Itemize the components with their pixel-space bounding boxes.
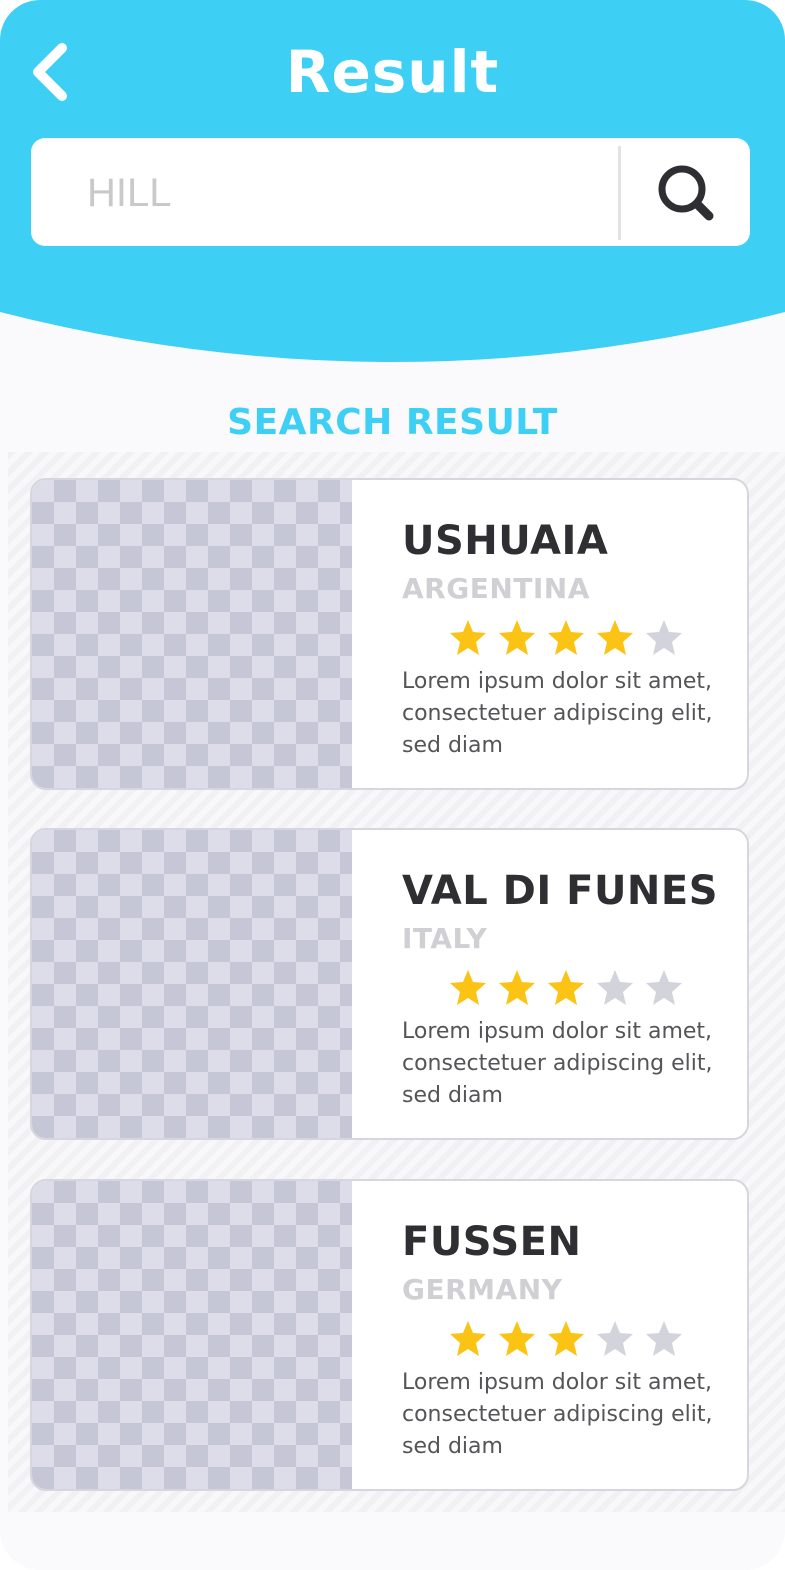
star-empty-icon bbox=[597, 1321, 633, 1356]
place-name: USHUAIA bbox=[402, 518, 609, 564]
place-description: Lorem ipsum dolor sit amet, consectetuer… bbox=[402, 1019, 713, 1108]
star-empty-icon bbox=[646, 1321, 682, 1356]
result-card[interactable]: FUSSEN GERMANY Lorem ipsum dolor sit ame… bbox=[30, 1179, 749, 1491]
card-info: FUSSEN GERMANY Lorem ipsum dolor sit ame… bbox=[402, 1181, 742, 1489]
country-name: ARGENTINA bbox=[402, 572, 590, 605]
country-name: GERMANY bbox=[402, 1273, 563, 1306]
place-description: Lorem ipsum dolor sit amet, consectetuer… bbox=[402, 669, 713, 758]
card-info: VAL DI FUNES ITALY Lorem ipsum dolor sit… bbox=[402, 830, 742, 1138]
header: Result bbox=[0, 0, 785, 365]
star-filled-icon bbox=[450, 620, 486, 655]
search-divider bbox=[618, 146, 621, 240]
star-rating bbox=[448, 1319, 693, 1359]
country-name: ITALY bbox=[402, 922, 488, 955]
search-icon bbox=[658, 165, 714, 221]
star-filled-icon bbox=[450, 1321, 486, 1356]
star-rating bbox=[448, 618, 693, 658]
star-filled-icon bbox=[548, 1321, 584, 1356]
star-filled-icon bbox=[548, 970, 584, 1005]
star-filled-icon bbox=[499, 1321, 535, 1356]
star-filled-icon bbox=[597, 620, 633, 655]
star-empty-icon bbox=[646, 970, 682, 1005]
star-filled-icon bbox=[499, 620, 535, 655]
search-bar bbox=[31, 138, 750, 246]
star-filled-icon bbox=[450, 970, 486, 1005]
place-name: FUSSEN bbox=[402, 1219, 582, 1265]
search-button[interactable] bbox=[646, 160, 726, 224]
star-filled-icon bbox=[499, 970, 535, 1005]
app-screen: Result SEARCH RESULT USHUAIA ARGENTINA L… bbox=[0, 0, 785, 1570]
star-empty-icon bbox=[646, 620, 682, 655]
result-card[interactable]: VAL DI FUNES ITALY Lorem ipsum dolor sit… bbox=[30, 828, 749, 1140]
results-list: USHUAIA ARGENTINA Lorem ipsum dolor sit … bbox=[8, 452, 785, 1512]
star-empty-icon bbox=[597, 970, 633, 1005]
page-title: Result bbox=[285, 38, 500, 106]
thumbnail-image bbox=[32, 480, 352, 788]
place-description: Lorem ipsum dolor sit amet, consectetuer… bbox=[402, 1370, 713, 1459]
result-card[interactable]: USHUAIA ARGENTINA Lorem ipsum dolor sit … bbox=[30, 478, 749, 790]
card-info: USHUAIA ARGENTINA Lorem ipsum dolor sit … bbox=[402, 480, 742, 788]
thumbnail-image bbox=[32, 830, 352, 1138]
search-input[interactable] bbox=[85, 160, 609, 226]
star-filled-icon bbox=[548, 620, 584, 655]
thumbnail-image bbox=[32, 1181, 352, 1489]
star-rating bbox=[448, 968, 693, 1008]
place-name: VAL DI FUNES bbox=[402, 868, 719, 914]
section-title: SEARCH RESULT bbox=[227, 402, 558, 443]
